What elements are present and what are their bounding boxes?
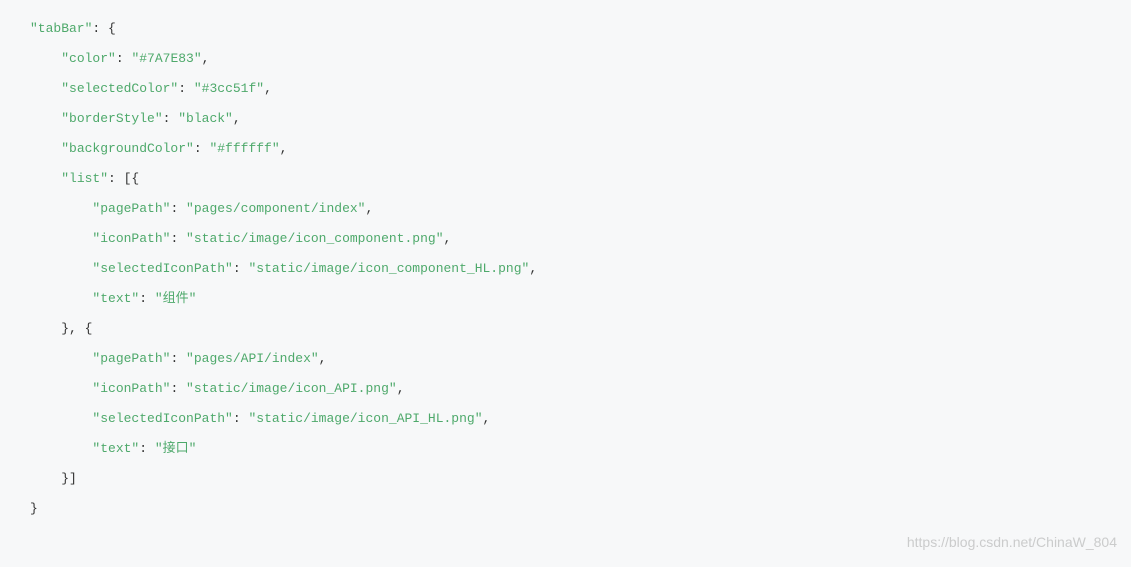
json-string: "black": [178, 111, 233, 126]
json-punct: :: [116, 51, 132, 66]
json-punct: :: [170, 201, 186, 216]
json-punct: :: [178, 81, 194, 96]
json-string: "接口": [155, 441, 197, 456]
json-punct: :: [139, 441, 155, 456]
json-key: "color": [61, 51, 116, 66]
json-punct: }: [30, 501, 38, 516]
json-key: "tabBar": [30, 21, 92, 36]
json-string: "#3cc51f": [194, 81, 264, 96]
json-punct: :: [163, 111, 179, 126]
json-punct: :: [233, 261, 249, 276]
json-punct: :: [233, 411, 249, 426]
json-punct: ,: [483, 411, 491, 426]
json-string: "#7A7E83": [131, 51, 201, 66]
json-key: "backgroundColor": [61, 141, 194, 156]
json-key: "iconPath": [92, 381, 170, 396]
json-key: "pagePath": [92, 351, 170, 366]
json-key: "selectedIconPath": [92, 261, 232, 276]
json-string: "static/image/icon_component_HL.png": [248, 261, 529, 276]
json-key: "text": [92, 441, 139, 456]
json-key: "pagePath": [92, 201, 170, 216]
json-punct: :: [170, 351, 186, 366]
json-key: "text": [92, 291, 139, 306]
json-string: "static/image/icon_API.png": [186, 381, 397, 396]
json-punct: }, {: [61, 321, 92, 336]
json-punct: ,: [444, 231, 452, 246]
json-string: "#ffffff": [209, 141, 279, 156]
json-punct: : {: [92, 21, 115, 36]
json-punct: }]: [61, 471, 77, 486]
json-string: "pages/API/index": [186, 351, 319, 366]
json-string: "组件": [155, 291, 197, 306]
json-punct: :: [170, 231, 186, 246]
json-punct: ,: [365, 201, 373, 216]
json-key: "borderStyle": [61, 111, 162, 126]
json-punct: ,: [319, 351, 327, 366]
json-string: "static/image/icon_API_HL.png": [248, 411, 482, 426]
json-string: "static/image/icon_component.png": [186, 231, 443, 246]
json-key: "selectedIconPath": [92, 411, 232, 426]
json-key: "list": [61, 171, 108, 186]
json-key: "iconPath": [92, 231, 170, 246]
json-punct: ,: [202, 51, 210, 66]
json-punct: :: [194, 141, 210, 156]
json-punct: ,: [233, 111, 241, 126]
json-punct: ,: [529, 261, 537, 276]
json-punct: : [{: [108, 171, 139, 186]
json-punct: ,: [397, 381, 405, 396]
json-key: "selectedColor": [61, 81, 178, 96]
json-punct: :: [170, 381, 186, 396]
watermark-text: https://blog.csdn.net/ChinaW_804: [907, 527, 1117, 557]
json-punct: :: [139, 291, 155, 306]
json-string: "pages/component/index": [186, 201, 365, 216]
code-block: "tabBar": { "color": "#7A7E83", "selecte…: [30, 14, 1101, 524]
json-punct: ,: [280, 141, 288, 156]
json-punct: ,: [264, 81, 272, 96]
